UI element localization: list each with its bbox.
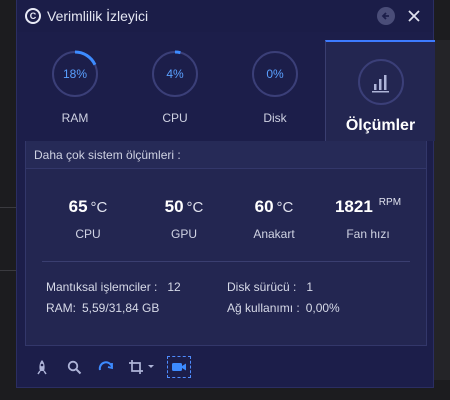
- disk-drives-info: Disk sürücü : 1: [227, 280, 313, 294]
- app-logo-icon: C: [25, 8, 41, 24]
- panel-header: Daha çok sistem ölçümleri :: [26, 141, 426, 169]
- metric-fan-speed: 1821 RPM Fan hızı: [318, 197, 418, 241]
- info-value: 12: [167, 280, 181, 294]
- info-label: RAM:: [46, 301, 76, 315]
- refresh-icon: [98, 361, 113, 371]
- metric-label: CPU: [75, 227, 101, 241]
- tab-ram-label: RAM: [61, 111, 89, 125]
- back-button[interactable]: [377, 7, 395, 25]
- tab-measurements[interactable]: Ölçümler: [325, 40, 435, 141]
- crop-dropdown-button[interactable]: [127, 356, 157, 378]
- info-label: Disk sürücü :: [227, 280, 297, 294]
- cpu-usage-gauge: 4%: [151, 50, 199, 98]
- window-title: Verimlilik İzleyici: [47, 8, 149, 24]
- bottom-toolbar: [25, 352, 427, 382]
- close-button[interactable]: [405, 7, 423, 25]
- metric-label: Fan hızı: [346, 227, 390, 241]
- metric-value: 60: [254, 197, 274, 216]
- divider: [42, 261, 410, 262]
- title-bar[interactable]: C Verimlilik İzleyici: [17, 0, 433, 32]
- metric-label: GPU: [170, 227, 197, 241]
- close-icon: [408, 10, 420, 22]
- info-value: 0,00%: [305, 301, 340, 315]
- metric-unit: °C: [276, 199, 294, 216]
- disk-usage-gauge: 0%: [252, 51, 298, 97]
- background-divider: [0, 270, 16, 271]
- info-label: Ağ kullanımı :: [227, 301, 300, 315]
- rocket-icon: [37, 360, 47, 375]
- metric-gpu-temp: 50 °C GPU: [139, 197, 229, 241]
- metric-unit: RPM: [378, 197, 402, 208]
- info-value: 1: [306, 280, 314, 294]
- info-label: Mantıksal işlemciler :: [46, 280, 158, 294]
- metric-motherboard-temp: 60 °C Anakart: [229, 197, 319, 241]
- bar-chart-icon: [357, 59, 404, 105]
- info-value: 5,59/31,84 GB: [82, 301, 160, 315]
- disk-usage-value: 0%: [266, 67, 284, 81]
- tab-ram[interactable]: 18% RAM: [25, 40, 125, 140]
- metric-value: 65: [68, 197, 88, 216]
- background-divider: [0, 207, 16, 208]
- tab-cpu[interactable]: 4% CPU: [125, 40, 225, 140]
- metric-unit: °C: [186, 199, 204, 216]
- metric-value: 1821: [334, 197, 373, 216]
- tab-cpu-label: CPU: [162, 111, 188, 125]
- arrow-left-icon: [381, 12, 389, 20]
- measurements-panel: Daha çok sistem ölçümleri : 65 °C CPU 50 °…: [25, 141, 427, 346]
- metric-value: 50: [164, 197, 184, 216]
- cpu-usage-value: 4%: [166, 67, 184, 81]
- ram-usage-gauge: 18%: [51, 50, 99, 98]
- logical-processors-info: Mantıksal işlemciler : 12: [46, 280, 181, 294]
- rocket-button[interactable]: [31, 356, 53, 378]
- metric-label: Anakart: [253, 227, 295, 241]
- record-video-button[interactable]: [167, 356, 191, 378]
- tab-disk[interactable]: 0% Disk: [225, 40, 325, 140]
- refresh-button[interactable]: [95, 356, 117, 378]
- ram-info: RAM: 5,59/31,84 GB: [46, 301, 159, 315]
- tab-disk-label: Disk: [263, 111, 287, 125]
- tab-measurements-label: Ölçümler: [345, 117, 416, 134]
- metric-unit: °C: [90, 199, 108, 216]
- crop-icon: [129, 360, 154, 374]
- search-icon: [67, 360, 81, 374]
- network-usage-info: Ağ kullanımı : 0,00%: [227, 301, 340, 315]
- metric-cpu-temp: 65 °C CPU: [43, 197, 133, 241]
- search-button[interactable]: [63, 356, 85, 378]
- ram-usage-value: 18%: [63, 67, 87, 81]
- video-record-icon: [172, 363, 186, 371]
- performance-monitor-window: C Verimlilik İzleyici 18% RAM 4% CPU 0% …: [16, 0, 435, 388]
